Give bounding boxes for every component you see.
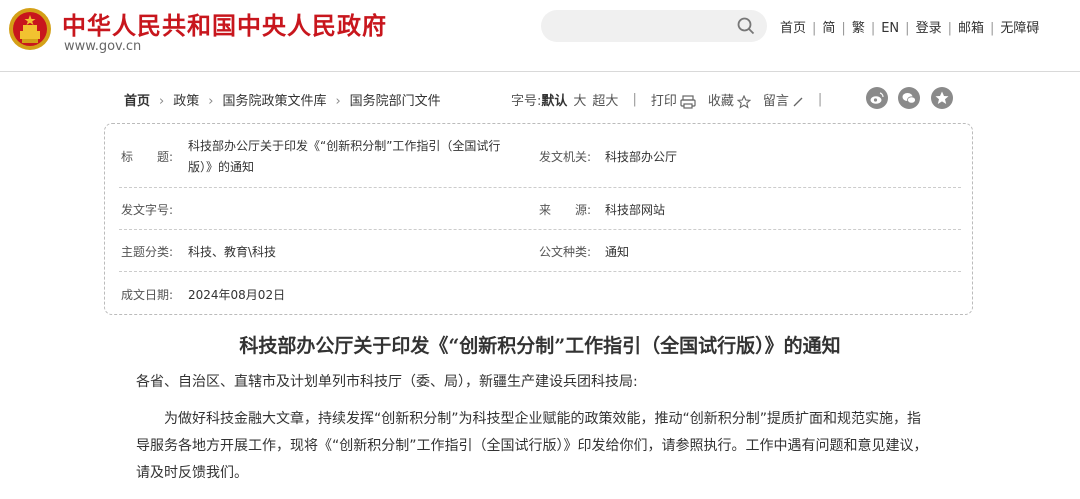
nav-accessibility-link[interactable]: 无障碍 <box>1000 21 1039 36</box>
comment-label: 留言 <box>762 94 789 109</box>
print-label: 打印 <box>650 94 677 109</box>
font-size-label: 字号: <box>511 94 542 109</box>
breadcrumb: 首页 › 政策 › 国务院政策文件库 › 国务院部门文件 <box>124 90 441 109</box>
nav-separator: | <box>841 21 846 36</box>
nav-separator: | <box>812 21 817 36</box>
source-value: 科技部网站 <box>605 203 666 217</box>
breadcrumb-department-docs[interactable]: 国务院部门文件 <box>350 94 441 109</box>
breadcrumb-policy[interactable]: 政策 <box>173 94 199 109</box>
info-row-date: 成文日期: 2024年08月02日 <box>119 272 961 314</box>
chevron-right-icon: › <box>335 94 341 109</box>
issuer-label: 发文机关: <box>539 150 592 164</box>
article-tools: 字号: 默认 大 超大 | 打印 收藏 留言 | <box>511 90 836 109</box>
site-header: 中华人民共和国中央人民政府 www.gov.cn 首页 | 简 | 繁 | EN | 登录 | 邮箱… <box>0 0 1080 72</box>
nav-separator: | <box>989 21 995 36</box>
font-size-xlarge[interactable]: 超大 <box>592 90 618 109</box>
title-label: 标 题: <box>121 150 174 164</box>
printer-icon <box>680 94 696 109</box>
title-value-line2: 版）》的通知 <box>188 160 255 174</box>
article-salutation: 各省、自治区、直辖市及计划单列市科技厅（委、局），新疆生产建设兵团科技局: <box>136 374 638 390</box>
nav-separator: | <box>870 21 876 36</box>
font-size-default[interactable]: 默认 <box>541 90 567 109</box>
info-row-docno: 发文字号: 来 源: 科技部网站 <box>119 188 961 230</box>
star-icon <box>736 94 752 109</box>
print-button[interactable]: 打印 <box>651 90 696 109</box>
document-info-table: 标 题: 科技部办公厅关于印发《“创新积分制”工作指引（全国试行 版）》的通知 … <box>104 123 973 315</box>
nav-simplified-link[interactable]: 简 <box>822 21 835 36</box>
favorite-button[interactable]: 收藏 <box>707 90 752 109</box>
category-value: 科技、教育\科技 <box>188 245 277 259</box>
category-label: 主题分类: <box>121 245 174 259</box>
nav-mail-link[interactable]: 邮箱 <box>958 21 984 36</box>
font-size-large[interactable]: 大 <box>573 90 586 109</box>
site-url: www.gov.cn <box>64 39 142 54</box>
title-value-line1: 科技部办公厅关于印发《“创新积分制”工作指引（全国试行 <box>188 139 501 153</box>
wechat-icon <box>902 93 916 104</box>
nav-separator: | <box>947 21 952 36</box>
pencil-icon <box>793 97 803 106</box>
nav-home-link[interactable]: 首页 <box>780 21 806 36</box>
nav-separator: | <box>905 21 910 36</box>
nav-traditional-link[interactable]: 繁 <box>852 21 865 36</box>
chevron-right-icon: › <box>159 94 165 109</box>
comment-button[interactable]: 留言 <box>763 90 804 109</box>
doctype-value: 通知 <box>605 245 630 259</box>
qzone-icon <box>935 91 949 104</box>
search-input[interactable] <box>541 10 767 42</box>
article-body-line: 导服务各地方开展工作，现将《“创新积分制”工作指引（全国试行版）》印发给你们，请… <box>136 438 928 454</box>
weibo-icon <box>870 92 884 104</box>
search-icon[interactable] <box>737 17 755 35</box>
national-emblem-icon[interactable] <box>8 7 52 51</box>
breadcrumb-home[interactable]: 首页 <box>124 94 150 109</box>
doctype-label: 公文种类: <box>539 245 592 259</box>
nav-english-link[interactable]: EN <box>881 21 899 36</box>
article-body-line: 请及时反馈我们。 <box>136 465 248 481</box>
issuer-value: 科技部办公厅 <box>605 150 678 164</box>
source-label: 来 源: <box>539 203 592 217</box>
qzone-share-button[interactable] <box>931 87 953 109</box>
date-value: 2024年08月02日 <box>188 288 286 302</box>
docno-label: 发文字号: <box>121 203 174 217</box>
favorite-label: 收藏 <box>707 94 734 109</box>
weibo-share-button[interactable] <box>866 87 888 109</box>
site-title[interactable]: 中华人民共和国中央人民政府 <box>62 6 387 41</box>
tools-separator: | <box>817 92 823 107</box>
top-nav: 首页 | 简 | 繁 | EN | 登录 | 邮箱 | 无障碍 <box>780 17 1039 36</box>
breadcrumb-policy-library[interactable]: 国务院政策文件库 <box>222 94 326 109</box>
chevron-right-icon: › <box>208 94 214 109</box>
info-row-title: 标 题: 科技部办公厅关于印发《“创新积分制”工作指引（全国试行 版）》的通知 … <box>119 124 961 188</box>
article-body-line: 为做好科技金融大文章，持续发挥“创新积分制”为科技型企业赋能的政策效能，推动“创… <box>164 411 922 427</box>
tools-separator: | <box>632 92 637 107</box>
wechat-share-button[interactable] <box>898 87 920 109</box>
info-row-category: 主题分类: 科技、教育\科技 公文种类: 通知 <box>119 230 961 272</box>
date-label: 成文日期: <box>121 288 174 302</box>
article-title: 科技部办公厅关于印发《“创新积分制”工作指引（全国试行版）》的通知 <box>239 335 841 357</box>
nav-login-link[interactable]: 登录 <box>916 21 942 36</box>
